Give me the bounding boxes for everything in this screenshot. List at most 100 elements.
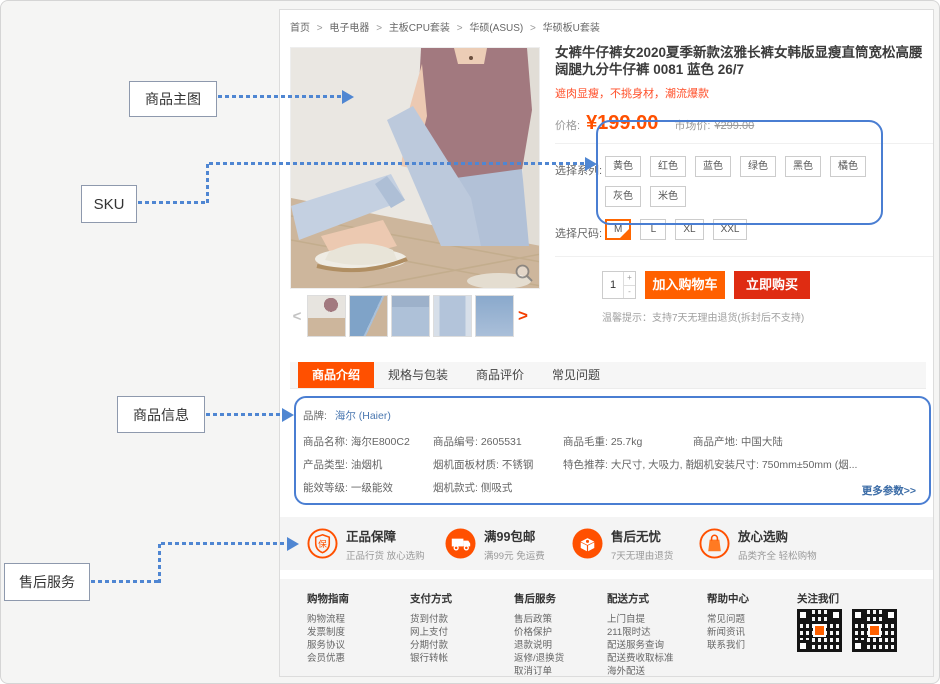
thumbnail-1[interactable] <box>307 295 346 337</box>
thumbnail-3[interactable] <box>391 295 430 337</box>
footer-link[interactable]: 发票制度 <box>307 626 349 639</box>
brand-label: 品牌: <box>303 410 327 422</box>
footer-col-after-sale: 售后服务 售后政策 价格保护 退款说明 返修/退换货 取消订单 <box>514 591 564 678</box>
size-option-l[interactable]: L <box>640 219 666 240</box>
annotation-line <box>218 95 342 98</box>
shopping-bag-icon <box>699 528 730 559</box>
product-main-photo[interactable] <box>290 47 540 289</box>
tab-faq[interactable]: 常见问题 <box>538 362 614 388</box>
footer-link[interactable]: 配送费收取标准 <box>607 652 674 665</box>
service-desc: 7天无理由退货 <box>611 548 673 562</box>
breadcrumb-item-current: 华硕板U套装 <box>543 23 600 34</box>
footer-col-delivery: 配送方式 上门自提 211限时达 配送服务查询 配送费收取标准 海外配送 <box>607 591 674 678</box>
quantity-stepper: 1 + - <box>602 271 636 299</box>
quantity-decrease-button[interactable]: - <box>624 286 635 299</box>
footer-link[interactable]: 会员优惠 <box>307 652 349 665</box>
price-value: ¥199.00 <box>586 112 658 135</box>
breadcrumb-item-category2[interactable]: 主板CPU套装 <box>389 23 450 34</box>
add-to-cart-button[interactable]: 加入购物车 <box>645 271 725 299</box>
breadcrumb-separator: > <box>317 23 323 34</box>
buy-now-button[interactable]: 立即购买 <box>734 271 810 299</box>
series-option-red[interactable]: 红色 <box>650 156 686 177</box>
breadcrumb-item-brand[interactable]: 华硕(ASUS) <box>469 23 523 34</box>
service-title: 放心选购 <box>738 526 817 545</box>
spec-cell: 商品毛重: 25.7kg <box>563 434 693 449</box>
series-option-yellow[interactable]: 黄色 <box>605 156 641 177</box>
size-option-xxl[interactable]: XXL <box>713 219 748 240</box>
service-guarantee-strip: 保 正品保障 正品行货 放心选购 满99包邮 满99元 免运费 <box>280 517 933 570</box>
tab-spec-packaging[interactable]: 规格与包装 <box>374 362 462 388</box>
product-photo-illustration <box>291 48 540 289</box>
gift-box-icon <box>572 528 603 559</box>
size-row: 选择尺码: M L XL XXL <box>555 219 933 241</box>
footer-link[interactable]: 购物流程 <box>307 613 349 626</box>
service-title: 正品保障 <box>346 526 425 545</box>
thumbnail-4[interactable] <box>433 295 472 337</box>
footer-link[interactable]: 售后政策 <box>514 613 564 626</box>
spec-cell: 商品编号: 2605531 <box>433 434 563 449</box>
service-title: 满99包邮 <box>484 526 545 545</box>
footer-link[interactable]: 配送服务查询 <box>607 639 674 652</box>
spec-cell: 商品名称: 海尔E800C2 <box>303 434 433 449</box>
footer-link[interactable]: 价格保护 <box>514 626 564 639</box>
size-option-xl[interactable]: XL <box>675 219 703 240</box>
service-free-shipping: 满99包邮 满99元 免运费 <box>445 517 545 570</box>
footer-link[interactable]: 211限时达 <box>607 626 674 639</box>
footer-link[interactable]: 联系我们 <box>707 639 749 652</box>
series-option-green[interactable]: 绿色 <box>740 156 776 177</box>
footer-link[interactable]: 服务协议 <box>307 639 349 652</box>
magnifier-icon[interactable] <box>514 263 534 283</box>
footer-link[interactable]: 银行转帐 <box>410 652 452 665</box>
footer-link[interactable]: 退款说明 <box>514 639 564 652</box>
price-row: 价格: ¥199.00 市场价: ¥299.00 <box>555 107 933 144</box>
footer-link[interactable]: 分期付款 <box>410 639 452 652</box>
thumbs-prev-icon[interactable]: < <box>290 308 304 325</box>
footer-link[interactable]: 取消订单 <box>514 665 564 678</box>
footer-link[interactable]: 常见问题 <box>707 613 749 626</box>
size-option-m-selected[interactable]: M <box>605 219 631 240</box>
brand-value-link[interactable]: 海尔 (Haier) <box>335 410 391 422</box>
annotation-label-sku: SKU <box>81 185 137 223</box>
series-option-gray[interactable]: 灰色 <box>605 186 641 207</box>
annotation-arrowhead <box>282 408 294 422</box>
breadcrumb-item-home[interactable]: 首页 <box>290 23 310 34</box>
spec-cell: 烟机安装尺寸: 750mm±50mm (烟... <box>693 457 917 472</box>
series-option-blue[interactable]: 蓝色 <box>695 156 731 177</box>
qr-code-weibo <box>852 609 897 652</box>
service-desc: 正品行货 放心选购 <box>346 548 425 562</box>
quantity-value[interactable]: 1 <box>603 272 624 298</box>
footer-link[interactable]: 新闻资讯 <box>707 626 749 639</box>
footer-link[interactable]: 返修/退换货 <box>514 652 564 665</box>
buy-row: 1 + - 加入购物车 立即购买 <box>602 271 933 299</box>
series-option-black[interactable]: 黑色 <box>785 156 821 177</box>
breadcrumb-item-category1[interactable]: 电子电器 <box>329 23 369 34</box>
size-label: 选择尺码: <box>555 219 605 241</box>
series-label: 选择系列: <box>555 156 605 216</box>
footer-col-title: 帮助中心 <box>707 591 749 606</box>
spec-cell: 特色推荐: 大尺寸, 大吸力, 静音... <box>563 457 693 472</box>
annotation-line <box>161 542 287 545</box>
product-spec-grid: 商品名称: 海尔E800C2 商品编号: 2605531 商品毛重: 25.7k… <box>303 434 917 495</box>
tab-product-intro[interactable]: 商品介绍 <box>298 362 374 388</box>
footer-link[interactable]: 货到付款 <box>410 613 452 626</box>
quantity-increase-button[interactable]: + <box>624 272 635 286</box>
sku-section: 选择系列: 黄色 红色 蓝色 绿色 黑色 橘色 灰色 米色 选择尺码: <box>555 144 933 257</box>
service-desc: 满99元 免运费 <box>484 548 545 562</box>
series-option-orange[interactable]: 橘色 <box>830 156 866 177</box>
tab-reviews[interactable]: 商品评价 <box>462 362 538 388</box>
series-option-beige[interactable]: 米色 <box>650 186 686 207</box>
series-row: 选择系列: 黄色 红色 蓝色 绿色 黑色 橘色 灰色 米色 <box>555 156 933 216</box>
annotation-line <box>209 162 585 165</box>
footer-link[interactable]: 上门自提 <box>607 613 674 626</box>
thumbs-next-icon[interactable]: > <box>516 306 530 326</box>
product-info-section: 品牌: 海尔 (Haier) 商品名称: 海尔E800C2 商品编号: 2605… <box>295 397 932 506</box>
footer-link[interactable]: 网上支付 <box>410 626 452 639</box>
thumbnail-5[interactable] <box>475 295 514 337</box>
footer-link[interactable]: 海外配送 <box>607 665 674 678</box>
annotation-arrowhead <box>585 157 597 171</box>
more-params-link[interactable]: 更多参数>> <box>862 483 916 498</box>
price-label: 价格: <box>555 117 580 133</box>
thumbnail-2[interactable] <box>349 295 388 337</box>
svg-text:保: 保 <box>318 538 327 549</box>
shield-badge-icon: 保 <box>307 528 338 559</box>
